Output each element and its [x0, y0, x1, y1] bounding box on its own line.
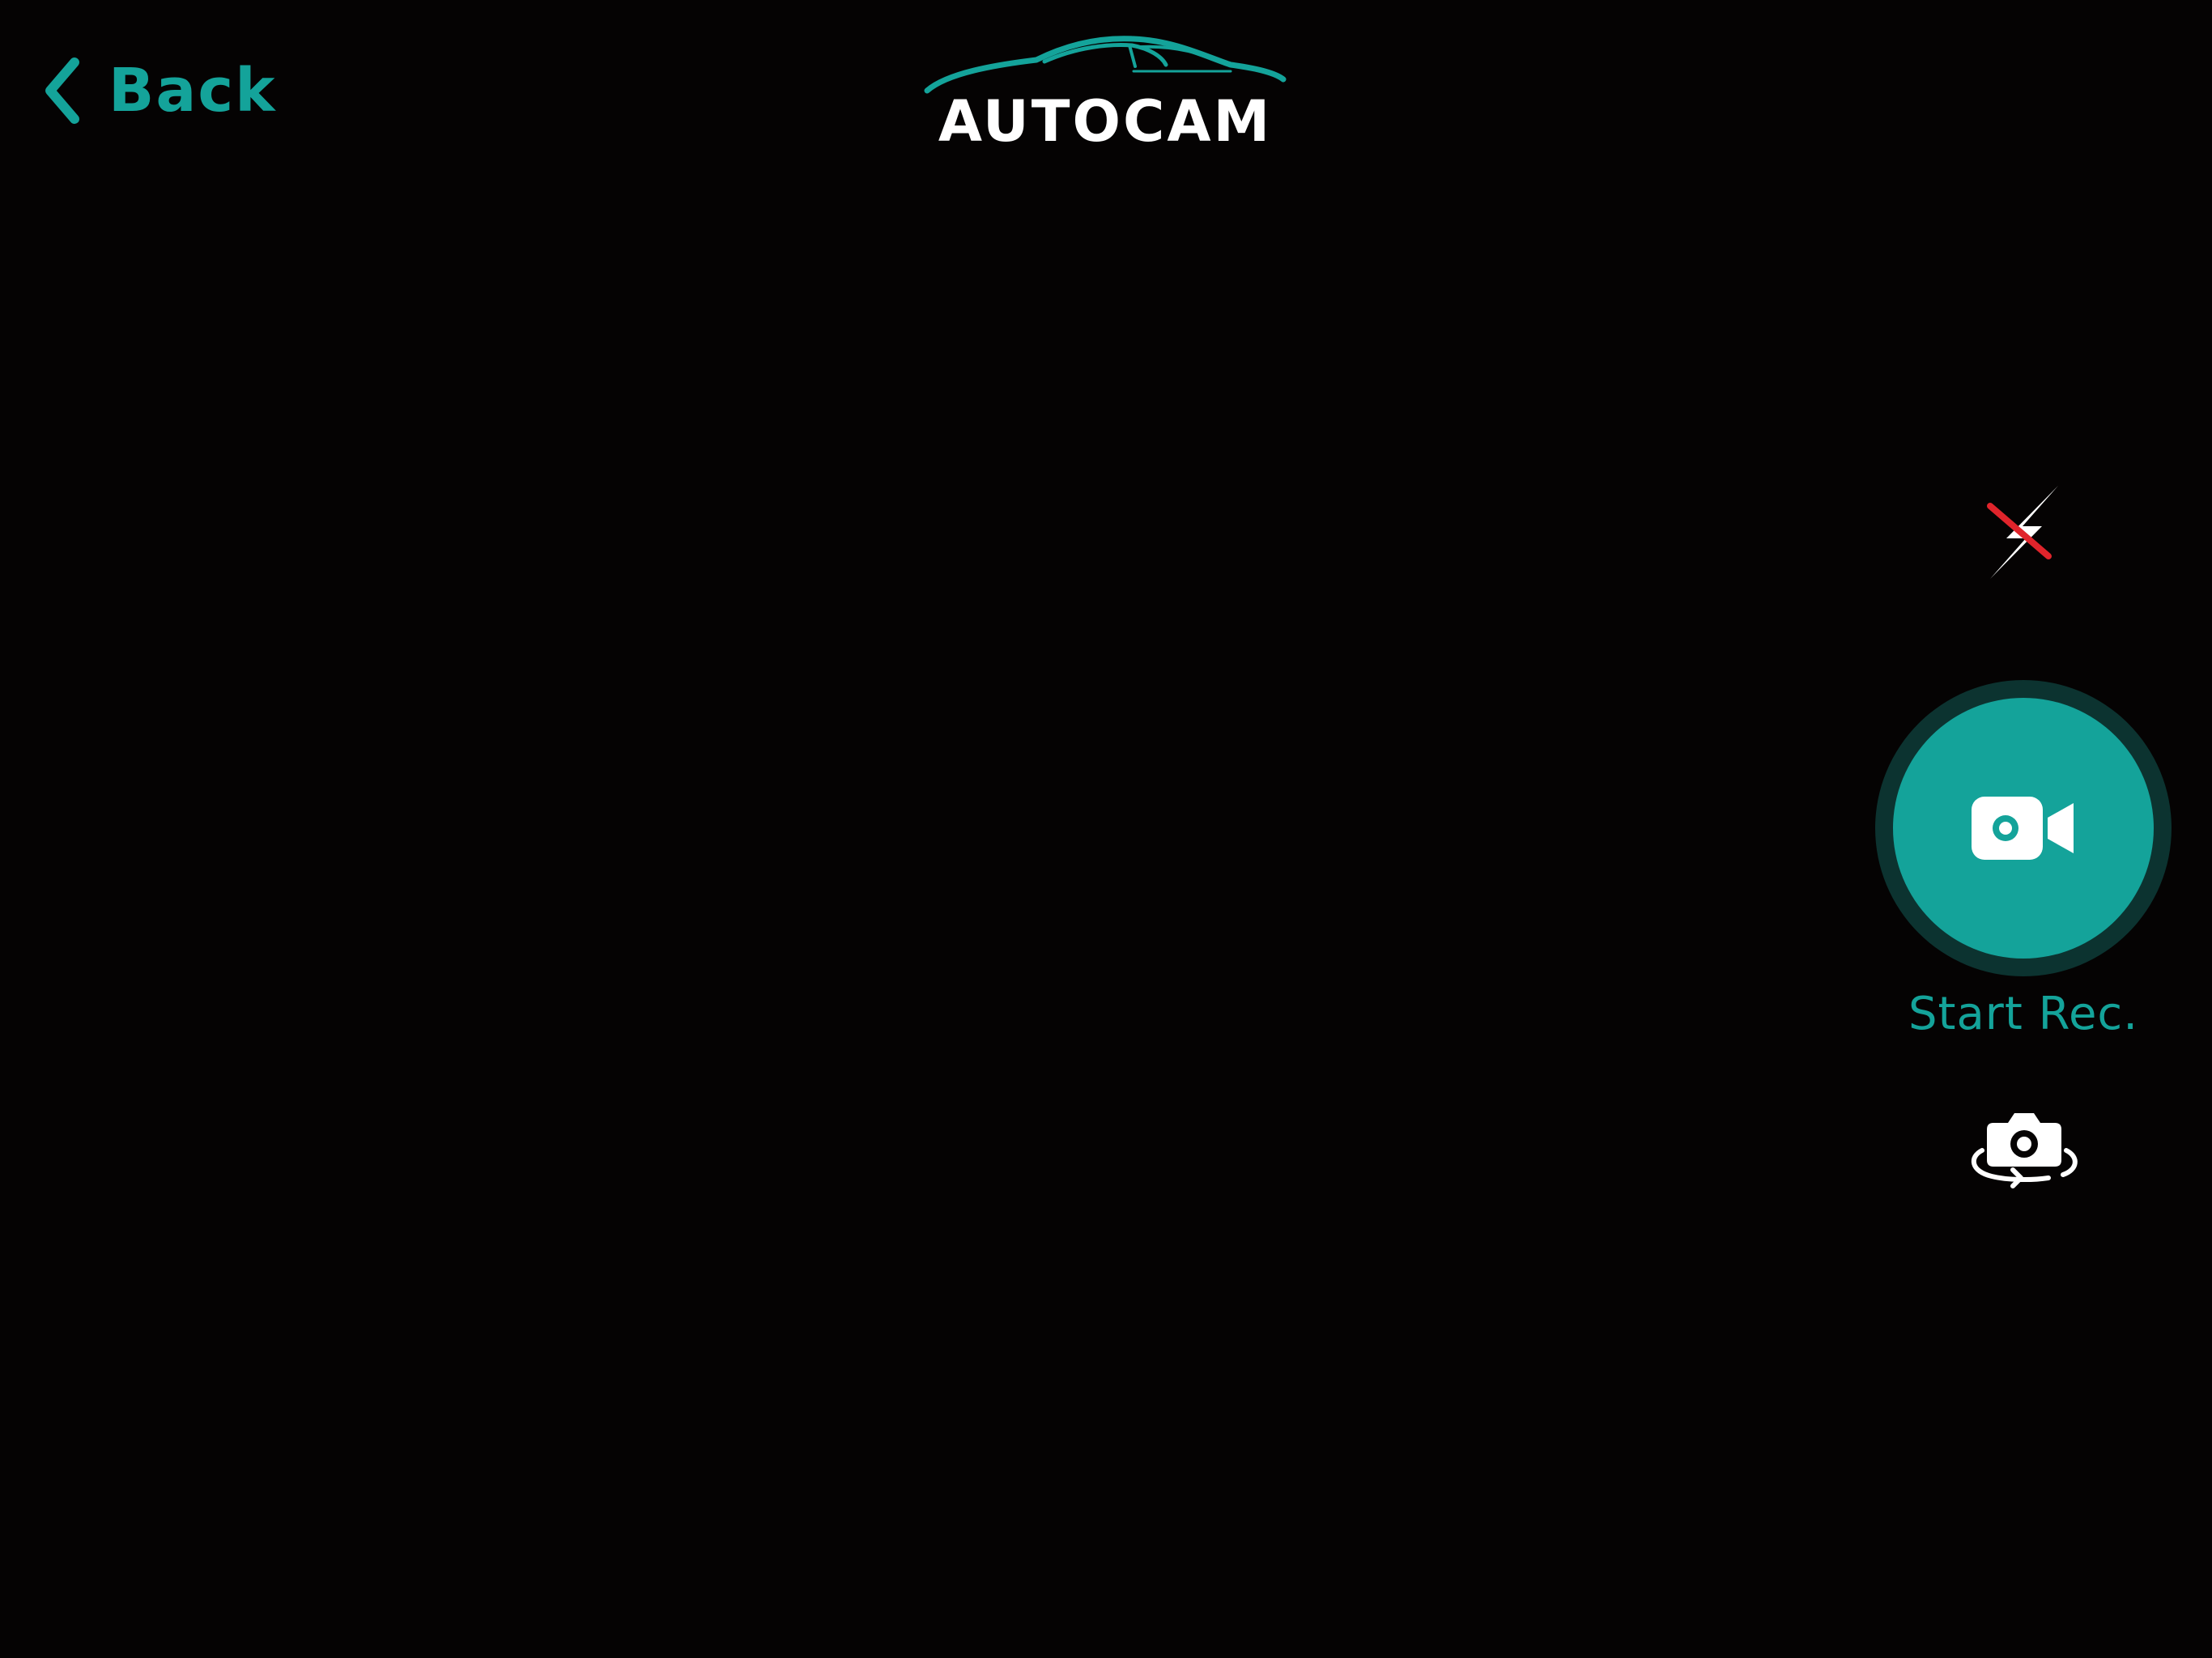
- record-button-face: [1893, 698, 2154, 959]
- flash-off-icon: [1987, 486, 2058, 579]
- record-label: Start Rec.: [1908, 988, 2139, 1040]
- start-recording-button[interactable]: [1875, 680, 2172, 976]
- logo-text: AUTOCAM: [938, 88, 1273, 155]
- camera-rotate-icon: [1971, 1113, 2078, 1188]
- switch-camera-button[interactable]: [1967, 1105, 2081, 1194]
- autocam-logo: AUTOCAM: [923, 32, 1287, 154]
- back-label: Back: [108, 56, 277, 125]
- car-silhouette-icon: [924, 36, 1287, 94]
- camera-screen: Back AUTOCAM Start Rec.: [0, 0, 2212, 1658]
- chevron-left-icon: [45, 57, 79, 124]
- back-button[interactable]: Back: [40, 50, 276, 131]
- video-camera-icon: [1972, 797, 2074, 860]
- flash-toggle-button[interactable]: [1984, 482, 2065, 583]
